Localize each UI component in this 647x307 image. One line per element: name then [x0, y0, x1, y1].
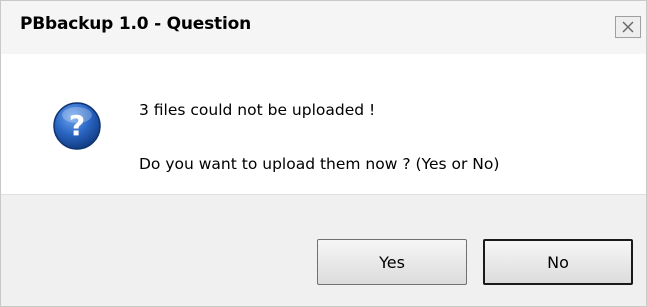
message-line-2: Do you want to upload them now ? (Yes or…	[139, 155, 500, 173]
question-icon: ?	[53, 102, 101, 150]
yes-button[interactable]: Yes	[317, 239, 467, 285]
close-icon	[622, 21, 634, 33]
close-button[interactable]	[615, 16, 641, 38]
no-button[interactable]: No	[483, 239, 633, 285]
message-area: ? 3 files could not be uploaded ! Do you…	[1, 54, 646, 194]
button-bar: Yes No	[1, 194, 646, 306]
title-bar: PBbackup 1.0 - Question	[1, 1, 646, 54]
svg-text:?: ?	[69, 109, 85, 142]
window-title: PBbackup 1.0 - Question	[20, 14, 251, 34]
message-line-1: 3 files could not be uploaded !	[139, 101, 376, 119]
dialog-window: PBbackup 1.0 - Question ? 3 files could …	[0, 0, 647, 307]
